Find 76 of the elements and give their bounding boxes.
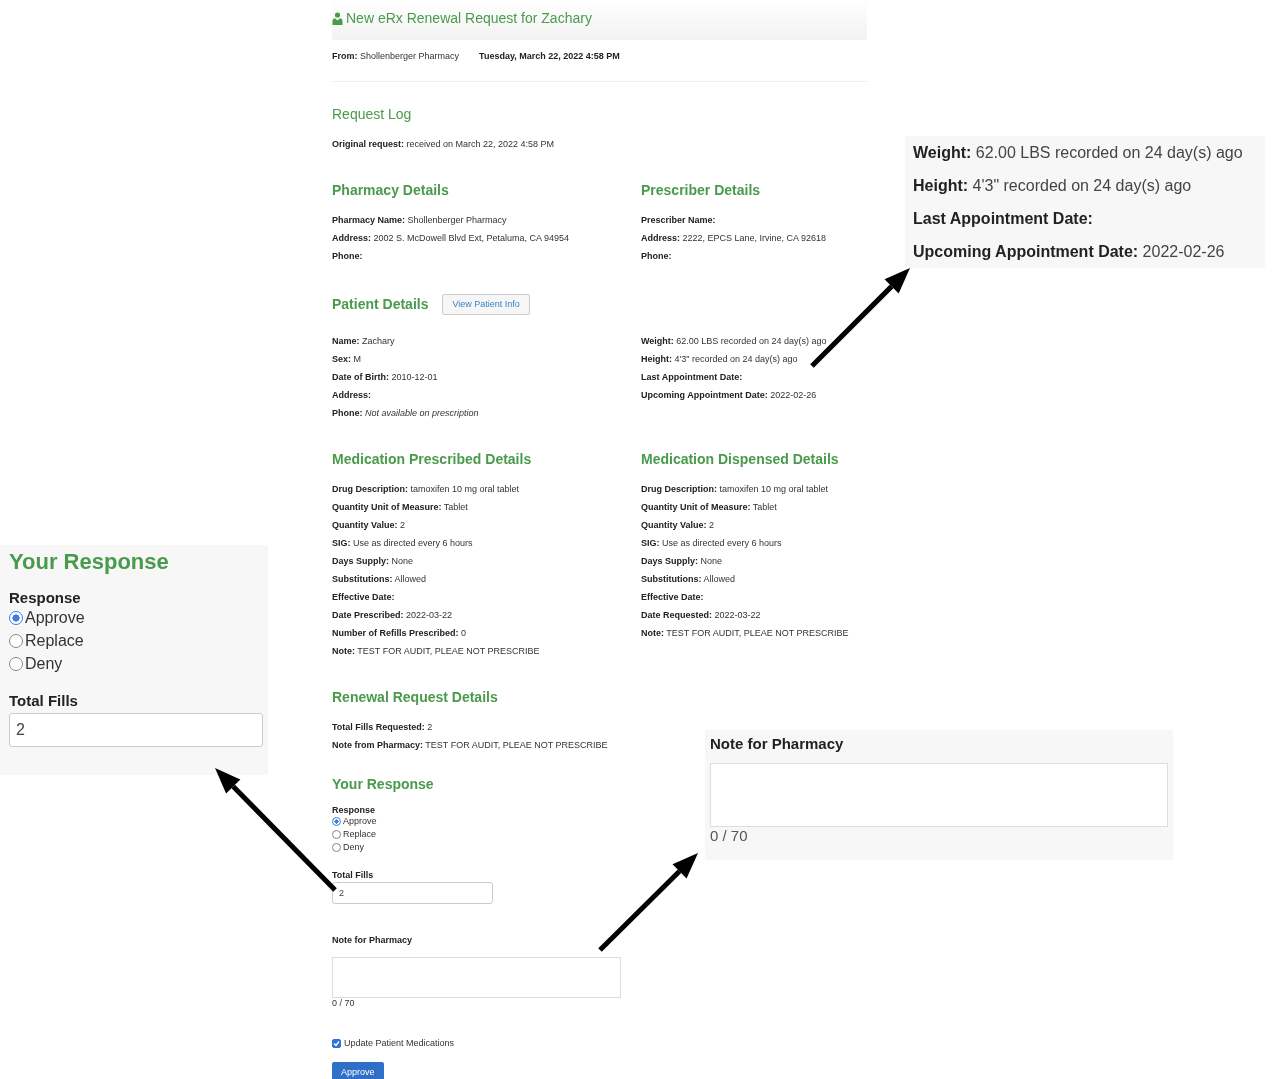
- approve-button[interactable]: Approve: [332, 1062, 384, 1079]
- detail-line: Phone:: [332, 250, 364, 263]
- section-heading: Your Response: [9, 548, 170, 576]
- radio-option[interactable]: Replace: [332, 828, 377, 842]
- detail-line: SIG: Use as directed every 6 hours: [641, 537, 783, 550]
- radio-option[interactable]: Approve: [332, 815, 377, 829]
- detail-line: Number of Refills Prescribed: 0: [332, 627, 468, 640]
- detail-line: Quantity Value: 2: [641, 519, 716, 532]
- section-heading: Request Log: [332, 105, 412, 123]
- field-label: Total Fills: [332, 870, 375, 881]
- detail-line: Phone: Not available on prescription: [332, 407, 480, 420]
- section-heading: Medication Prescribed Details: [332, 450, 532, 468]
- total-fills-field[interactable]: 2: [9, 712, 263, 747]
- detail-line: Quantity Unit of Measure: Tablet: [332, 501, 469, 514]
- detail-line: Effective Date:: [332, 591, 396, 604]
- detail-line: Weight: 62.00 LBS recorded on 24 day(s) ago: [913, 143, 1244, 163]
- detail-line: Last Appointment Date:: [913, 209, 1094, 229]
- detail-line: Weight: 62.00 LBS recorded on 24 day(s) ago: [641, 335, 828, 348]
- view-patient-button[interactable]: View Patient Info: [442, 293, 530, 315]
- detail-line: Address: 2222, EPCS Lane, Irvine, CA 92618: [641, 232, 828, 245]
- detail-line: Days Supply: None: [332, 555, 415, 568]
- section-heading: Prescriber Details: [641, 181, 761, 199]
- field-label: Total Fills: [9, 691, 79, 709]
- radio-option[interactable]: Deny: [9, 652, 63, 676]
- request-date: Tuesday, March 22, 2022 4:58 PM: [479, 50, 620, 62]
- section-heading: Patient Details: [332, 295, 429, 313]
- detail-line: Prescriber Name:: [641, 214, 717, 227]
- detail-line: Substitutions: Allowed: [332, 573, 428, 586]
- detail-line: Days Supply: None: [641, 555, 724, 568]
- detail-line: SIG: Use as directed every 6 hours: [332, 537, 474, 550]
- section-heading: Pharmacy Details: [332, 181, 449, 199]
- field-label: Note for Pharmacy: [332, 935, 414, 946]
- detail-line: Date of Birth: 2010-12-01: [332, 371, 439, 384]
- sender-line: From: Shollenberger Pharmacy: [332, 50, 460, 62]
- note-field[interactable]: [710, 763, 1168, 827]
- detail-line: Drug Description: tamoxifen 10 mg oral tablet: [641, 483, 830, 496]
- detail-line: Total Fills Requested: 2: [332, 721, 434, 734]
- detail-line: Note: TEST FOR AUDIT, PLEAE NOT PRESCRIBE: [641, 627, 850, 640]
- radio-option[interactable]: Approve: [9, 606, 85, 630]
- detail-line: Phone:: [641, 250, 673, 263]
- detail-line: Note from Pharmacy: TEST FOR AUDIT, PLEAE NOT PRESCRIBE: [332, 739, 609, 752]
- character-counter: 0 / 70: [332, 998, 355, 1009]
- detail-line: Upcoming Appointment Date: 2022-02-26: [641, 389, 818, 402]
- detail-line: Address: 2002 S. McDowell Blvd Ext, Petaluma, CA 94954: [332, 232, 571, 245]
- radio-option[interactable]: Replace: [9, 629, 84, 653]
- radio-option[interactable]: Deny: [332, 841, 364, 855]
- detail-line: Sex: M: [332, 353, 362, 366]
- detail-line: Last Appointment Date:: [641, 371, 744, 384]
- doctor-icon: [332, 12, 343, 25]
- detail-line: Height: 4'3" recorded on 24 day(s) ago: [641, 353, 799, 366]
- section-heading: Renewal Request Details: [332, 688, 498, 706]
- note-field[interactable]: [332, 957, 621, 999]
- checkmark-icon: [333, 1039, 340, 1047]
- detail-line: Height: 4'3" recorded on 24 day(s) ago: [913, 176, 1193, 196]
- detail-line: Pharmacy Name: Shollenberger Pharmacy: [332, 214, 508, 227]
- field-label: Response: [332, 805, 376, 815]
- detail-line: Effective Date:: [641, 591, 705, 604]
- detail-line: Name: Zachary: [332, 335, 396, 348]
- detail-line: Address:: [332, 389, 372, 402]
- update-medications-checkbox[interactable]: Update Patient Medications: [332, 1038, 455, 1049]
- detail-line: Original request: received on March 22, 2022 4:58 PM: [332, 138, 556, 151]
- detail-line: Substitutions: Allowed: [641, 573, 737, 586]
- section-heading: Medication Dispensed Details: [641, 450, 839, 468]
- detail-line: Drug Description: tamoxifen 10 mg oral tablet: [332, 483, 521, 496]
- page-title: New eRx Renewal Request for Zachary: [346, 10, 592, 26]
- detail-line: Quantity Value: 2: [332, 519, 407, 532]
- field-label: Response: [9, 589, 82, 606]
- total-fills-field[interactable]: 2: [332, 882, 493, 905]
- detail-line: Date Requested: 2022-03-22: [641, 609, 762, 622]
- detail-line: Upcoming Appointment Date: 2022-02-26: [913, 242, 1226, 262]
- detail-line: Date Prescribed: 2022-03-22: [332, 609, 454, 622]
- detail-line: Quantity Unit of Measure: Tablet: [641, 501, 778, 514]
- section-heading: Your Response: [332, 775, 434, 793]
- character-counter: 0 / 70: [710, 827, 748, 844]
- detail-line: Note: TEST FOR AUDIT, PLEAE NOT PRESCRIBE: [332, 645, 541, 658]
- field-label: Note for Pharmacy: [710, 735, 845, 752]
